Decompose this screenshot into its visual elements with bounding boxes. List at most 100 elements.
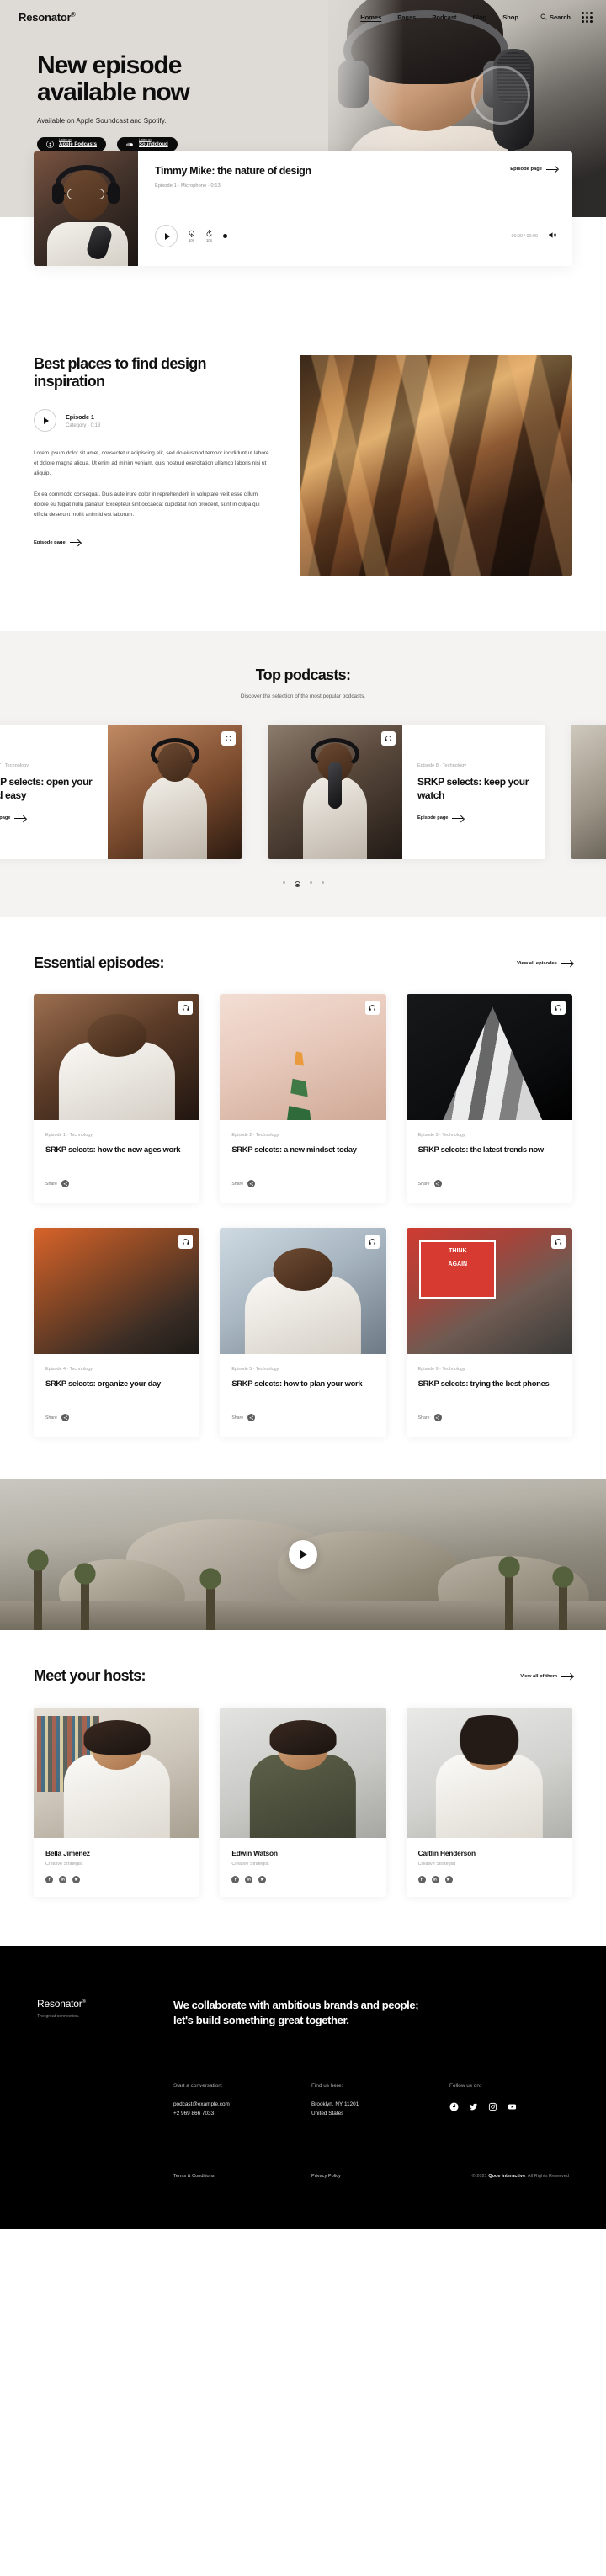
view-all-hosts-link[interactable]: View all of them xyxy=(520,1674,572,1679)
podcast-card-link[interactable]: Episode page xyxy=(0,815,93,821)
episode-card[interactable]: THINK AGAIN Episode 6 · Technology SRKP … xyxy=(406,1228,572,1437)
footer-logo[interactable]: Resonator® xyxy=(37,1998,173,2010)
nav-item-podcast[interactable]: Podcast xyxy=(432,13,456,21)
headphones-badge[interactable] xyxy=(550,1235,566,1250)
grid-menu-icon[interactable] xyxy=(582,11,593,23)
share-button[interactable]: Share xyxy=(418,1414,561,1422)
episode-card[interactable]: Episode 1 · Technology SRKP selects: how… xyxy=(34,994,200,1203)
twitter-icon[interactable] xyxy=(444,1875,453,1883)
facebook-icon[interactable] xyxy=(45,1875,53,1883)
inspiration-episode-info: Episode 1 Category · 0:13 xyxy=(66,413,100,428)
linkedin-icon[interactable] xyxy=(431,1875,439,1883)
facebook-icon[interactable] xyxy=(417,1875,426,1883)
carousel-dot[interactable] xyxy=(309,881,312,884)
facebook-icon[interactable] xyxy=(231,1875,240,1883)
headphones-badge[interactable] xyxy=(550,1001,566,1016)
skip-forward-button[interactable]: 10s xyxy=(205,230,213,242)
share-button[interactable]: Share xyxy=(231,1180,374,1188)
episode-card[interactable]: Episode 3 · Technology SRKP selects: the… xyxy=(406,994,572,1203)
footer-claim-line2: let's build something great together. xyxy=(173,2014,349,2027)
linkedin-icon[interactable] xyxy=(245,1875,253,1883)
episode-card-body: Episode 4 · Technology SRKP selects: org… xyxy=(34,1354,199,1437)
headphones-badge[interactable] xyxy=(381,731,396,746)
episode-card[interactable]: Episode 4 · Technology SRKP selects: org… xyxy=(34,1228,200,1437)
progress-slider[interactable] xyxy=(223,234,502,238)
footer-instagram-link[interactable] xyxy=(488,2101,497,2116)
copyright-prefix: © 2021 xyxy=(471,2174,489,2180)
headphones-icon xyxy=(555,1005,562,1012)
carousel-dot[interactable] xyxy=(282,881,285,884)
podcast-card-title: SRKP selects: keep your watch xyxy=(417,776,529,801)
carousel-dot-active[interactable] xyxy=(294,881,300,888)
episode-card-title: SRKP selects: the latest trends now xyxy=(417,1145,545,1155)
share-button[interactable]: Share xyxy=(418,1180,561,1188)
apple-podcasts-button[interactable]: Listen on Apple Podcasts xyxy=(37,136,107,151)
carousel-dots[interactable] xyxy=(0,881,606,888)
podcast-card[interactable]: Episode 9 · Technology SRKP selects: hit… xyxy=(571,725,606,860)
arrow-right-icon xyxy=(452,817,464,819)
headphones-badge[interactable] xyxy=(221,731,236,746)
play-button[interactable] xyxy=(155,225,178,247)
headphones-badge[interactable] xyxy=(178,1235,194,1250)
podcast-card[interactable]: Episode 7 · Technology SRKP selects: ope… xyxy=(0,725,242,860)
copyright: © 2021 Qode Interactive. All Rights Rese… xyxy=(449,2174,569,2179)
footer-email-link[interactable]: podcast@example.com xyxy=(173,2100,311,2109)
arrow-right-icon xyxy=(561,963,572,964)
hosts-header: Meet your hosts: View all of them xyxy=(34,1667,572,1685)
podcast-card-title: SRKP selects: open your mind easy xyxy=(0,776,93,801)
terms-link[interactable]: Terms & Conditions xyxy=(173,2174,311,2179)
nav-item-homes[interactable]: Homes xyxy=(360,13,381,21)
share-button[interactable]: Share xyxy=(45,1180,188,1188)
headphones-badge[interactable] xyxy=(364,1235,380,1250)
host-card[interactable]: Bella Jimenez Creative Strategist xyxy=(34,1707,200,1897)
hero-store-badges: Listen on Apple Podcasts Listen on Sound… xyxy=(37,136,189,151)
footer-phone-link[interactable]: +2 969 866 7033 xyxy=(173,2109,311,2118)
footer-facebook-link[interactable] xyxy=(449,2101,459,2116)
episode-card[interactable]: Episode 5 · Technology SRKP selects: how… xyxy=(220,1228,386,1437)
site-logo[interactable]: Resonator® xyxy=(19,11,76,24)
search-button[interactable]: Search xyxy=(540,13,571,21)
footer-spacer xyxy=(37,2083,173,2118)
episode-card-image xyxy=(406,994,572,1121)
soundcloud-button[interactable]: Listen on Soundcloud xyxy=(117,136,178,151)
headphones-badge[interactable] xyxy=(364,1001,380,1016)
footer-claim-line1: We collaborate with ambitious brands and… xyxy=(173,1998,419,2011)
podcast-card[interactable]: Episode 8 · Technology SRKP selects: kee… xyxy=(268,725,545,860)
soundcloud-icon xyxy=(126,142,133,146)
headphones-badge[interactable] xyxy=(178,1001,194,1016)
twitter-icon[interactable] xyxy=(72,1875,80,1883)
nav-item-shop[interactable]: Shop xyxy=(502,13,518,21)
footer-youtube-link[interactable] xyxy=(508,2101,517,2116)
nav-item-pages[interactable]: Pages xyxy=(397,13,416,21)
host-card[interactable]: Caitlin Henderson Creative Strategist xyxy=(406,1707,572,1897)
episode-card[interactable]: Episode 2 · Technology SRKP selects: a n… xyxy=(220,994,386,1203)
share-button[interactable]: Share xyxy=(45,1414,188,1422)
host-card[interactable]: Edwin Watson Creative Strategist xyxy=(220,1707,386,1897)
hero-copy: New episode available now Available on A… xyxy=(37,52,190,151)
footer-claim: We collaborate with ambitious brands and… xyxy=(173,1998,419,2029)
skip-back-button[interactable]: 10s xyxy=(188,230,195,242)
nav-item-blog[interactable]: Blog xyxy=(473,13,487,21)
podcast-carousel[interactable]: Episode 7 · Technology SRKP selects: ope… xyxy=(0,725,606,860)
share-label: Share xyxy=(231,1415,244,1421)
volume-icon xyxy=(549,231,556,238)
banner-play-button[interactable] xyxy=(289,1540,317,1570)
share-button[interactable]: Share xyxy=(231,1414,374,1422)
inspiration-play-button[interactable] xyxy=(34,409,56,433)
host-photo xyxy=(34,1707,200,1838)
headphones-icon xyxy=(183,1005,189,1012)
play-icon xyxy=(164,232,170,240)
linkedin-icon[interactable] xyxy=(59,1875,66,1883)
inspiration-text-column: Best places to find design inspiration E… xyxy=(34,355,271,576)
carousel-dot[interactable] xyxy=(321,881,324,884)
podcast-card-link[interactable]: Episode page xyxy=(417,815,530,821)
privacy-link[interactable]: Privacy Policy xyxy=(311,2174,449,2179)
inspiration-episode-page-link[interactable]: Episode page xyxy=(34,540,81,545)
view-all-episodes-link[interactable]: View all episodes xyxy=(517,961,572,966)
volume-button[interactable] xyxy=(548,229,557,244)
poster-sign: THINK AGAIN xyxy=(419,1240,497,1299)
player-episode-page-link[interactable]: Episode page xyxy=(510,167,557,172)
footer-twitter-link[interactable] xyxy=(469,2101,478,2116)
host-role: Creative Strategist xyxy=(45,1861,83,1867)
twitter-icon[interactable] xyxy=(258,1875,267,1883)
